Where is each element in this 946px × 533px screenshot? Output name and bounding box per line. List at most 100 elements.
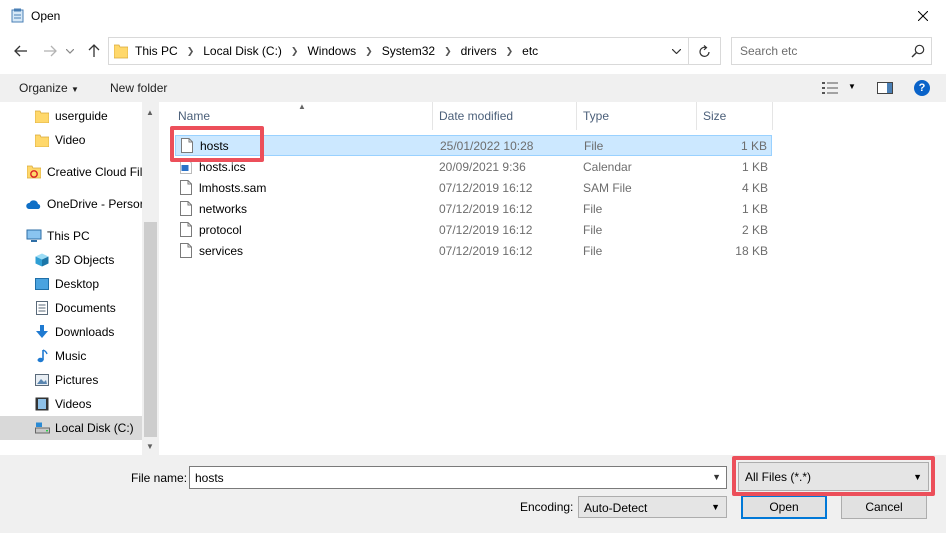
drive-icon — [34, 420, 50, 436]
chevron-down-icon[interactable]: ▼ — [712, 472, 721, 482]
file-list: ▲ Name Date modified Type Size hosts 25/… — [159, 102, 946, 455]
pictures-icon — [34, 372, 50, 388]
title-bar: Open — [0, 0, 946, 32]
search-icon[interactable] — [911, 44, 925, 61]
chevron-down-icon: ▼ — [913, 472, 922, 482]
folder-icon — [34, 108, 50, 124]
folder-icon — [34, 132, 50, 148]
column-header-date[interactable]: Date modified — [433, 102, 577, 130]
documents-icon — [34, 300, 50, 316]
breadcrumb: This PC ❯ Local Disk (C:) ❯ Windows ❯ Sy… — [135, 44, 538, 58]
change-view-button[interactable] — [822, 81, 838, 98]
nav-item-creative-cloud[interactable]: Creative Cloud Fil — [0, 160, 142, 184]
calendar-file-icon — [180, 159, 192, 177]
file-row[interactable]: services 07/12/2019 16:12 File 18 KB — [175, 241, 772, 262]
file-icon — [180, 180, 192, 198]
scroll-up-icon[interactable]: ▲ — [146, 108, 154, 117]
file-row[interactable]: lmhosts.sam 07/12/2019 16:12 SAM File 4 … — [175, 178, 772, 199]
chevron-right-icon[interactable]: ❯ — [291, 46, 299, 57]
chevron-right-icon[interactable]: ❯ — [444, 46, 452, 57]
videos-icon — [34, 396, 50, 412]
arrow-left-icon — [14, 45, 27, 57]
close-button[interactable] — [900, 0, 946, 32]
organize-button[interactable]: Organize ▼ — [19, 81, 79, 95]
scrollbar-thumb[interactable] — [144, 222, 157, 437]
breadcrumb-windows[interactable]: Windows — [307, 44, 356, 58]
file-row[interactable]: hosts.ics 20/09/2021 9:36 Calendar 1 KB — [175, 157, 772, 178]
file-icon — [180, 201, 192, 219]
file-name-input[interactable] — [190, 467, 705, 488]
nav-item-userguide[interactable]: userguide — [0, 104, 142, 128]
creative-cloud-icon — [26, 164, 42, 180]
arrow-up-icon — [88, 44, 100, 57]
refresh-icon — [698, 44, 710, 57]
column-header-name[interactable]: Name — [172, 102, 433, 130]
column-header-type[interactable]: Type — [577, 102, 697, 130]
close-icon — [918, 11, 928, 21]
file-icon — [181, 138, 193, 156]
new-folder-button[interactable]: New folder — [110, 81, 167, 95]
nav-item-pictures[interactable]: Pictures — [0, 368, 142, 392]
file-name-combobox[interactable]: ▼ — [189, 466, 727, 489]
desktop-icon — [34, 276, 50, 292]
preview-pane-button[interactable] — [877, 81, 893, 98]
encoding-select[interactable]: Auto-Detect ▼ — [578, 496, 727, 518]
caret-down-icon: ▼ — [71, 85, 79, 94]
nav-item-local-disk[interactable]: Local Disk (C:) — [0, 416, 142, 440]
view-options-dropdown[interactable]: ▼ — [848, 82, 856, 91]
chevron-right-icon[interactable]: ❯ — [365, 46, 373, 57]
breadcrumb-this-pc[interactable]: This PC — [135, 44, 178, 58]
file-row[interactable]: protocol 07/12/2019 16:12 File 2 KB — [175, 220, 772, 241]
file-type-filter[interactable]: All Files (*.*) ▼ — [738, 462, 929, 491]
nav-item-this-pc[interactable]: This PC — [0, 224, 142, 248]
downloads-icon — [34, 324, 50, 340]
nav-item-onedrive[interactable]: OneDrive - Persor — [0, 192, 142, 216]
search-box[interactable] — [731, 37, 932, 65]
cancel-button[interactable]: Cancel — [841, 495, 927, 519]
nav-item-music[interactable]: Music — [0, 344, 142, 368]
file-name-label: File name: — [131, 471, 188, 485]
breadcrumb-etc[interactable]: etc — [522, 44, 538, 58]
file-row[interactable]: hosts 25/01/2022 10:28 File 1 KB — [175, 135, 772, 156]
file-icon — [180, 222, 192, 240]
nav-item-videos[interactable]: Videos — [0, 392, 142, 416]
breadcrumb-drivers[interactable]: drivers — [461, 44, 497, 58]
file-row[interactable]: networks 07/12/2019 16:12 File 1 KB — [175, 199, 772, 220]
window-title: Open — [31, 9, 61, 23]
encoding-label: Encoding: — [520, 500, 574, 514]
preview-pane-icon — [877, 82, 893, 94]
nav-item-documents[interactable]: Documents — [0, 296, 142, 320]
3d-objects-icon — [34, 252, 50, 268]
nav-scrollbar[interactable]: ▲ ▼ — [142, 102, 159, 455]
nav-item-downloads[interactable]: Downloads — [0, 320, 142, 344]
open-button[interactable]: Open — [741, 495, 827, 519]
breadcrumb-local-disk[interactable]: Local Disk (C:) — [203, 44, 282, 58]
file-icon — [180, 243, 192, 261]
pc-icon — [26, 228, 42, 244]
navigation-pane: userguide Video Creative Cloud Fil OneDr… — [0, 102, 142, 455]
refresh-button[interactable] — [688, 38, 720, 64]
forward-button[interactable] — [40, 41, 60, 61]
address-dropdown-button[interactable] — [666, 38, 686, 64]
details-view-icon — [822, 82, 838, 94]
music-icon — [34, 348, 50, 364]
help-button[interactable]: ? — [914, 80, 930, 96]
scroll-down-icon[interactable]: ▼ — [146, 442, 154, 451]
chevron-down-icon: ▼ — [711, 502, 720, 512]
nav-item-desktop[interactable]: Desktop — [0, 272, 142, 296]
chevron-down-icon — [671, 48, 681, 54]
nav-item-3d-objects[interactable]: 3D Objects — [0, 248, 142, 272]
chevron-right-icon[interactable]: ❯ — [187, 46, 195, 57]
recent-locations-button[interactable] — [62, 41, 78, 61]
arrow-right-icon — [44, 45, 57, 57]
breadcrumb-system32[interactable]: System32 — [382, 44, 435, 58]
nav-item-video[interactable]: Video — [0, 128, 142, 152]
back-button[interactable] — [11, 41, 31, 61]
chevron-right-icon[interactable]: ❯ — [506, 46, 514, 57]
folder-icon — [113, 43, 129, 62]
search-input[interactable] — [732, 38, 904, 64]
column-header-size[interactable]: Size — [697, 102, 773, 130]
chevron-down-icon — [66, 48, 74, 54]
address-bar[interactable]: This PC ❯ Local Disk (C:) ❯ Windows ❯ Sy… — [108, 37, 721, 65]
up-button[interactable] — [84, 41, 104, 61]
